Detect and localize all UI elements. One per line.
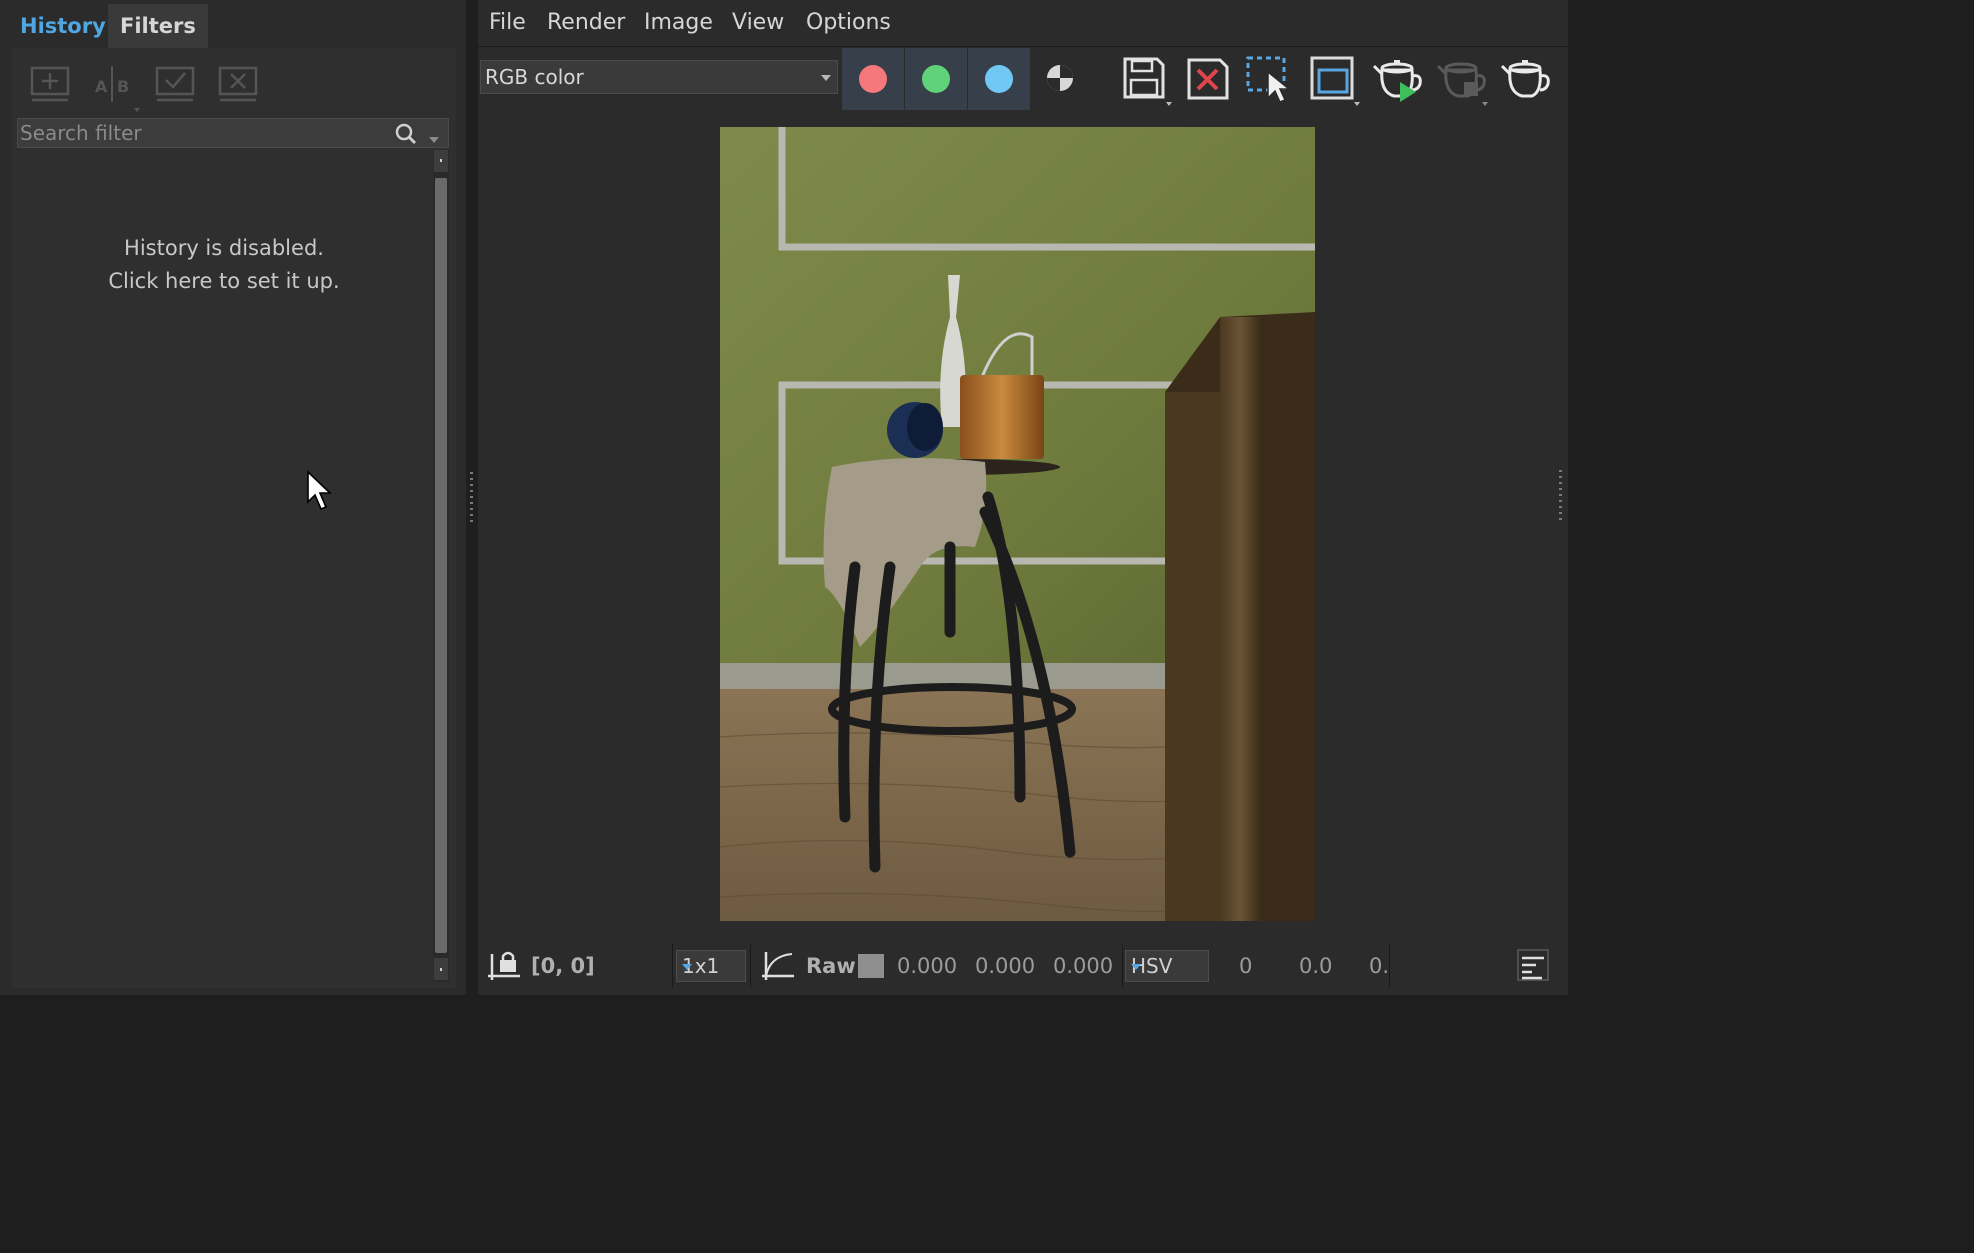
scroll-down-button[interactable] xyxy=(434,958,448,980)
status-divider xyxy=(750,944,751,988)
green-value: 0.000 xyxy=(975,954,1036,978)
region-select-icon[interactable] xyxy=(1242,52,1298,106)
history-scrollbar[interactable] xyxy=(433,150,449,982)
channel-select-value: RGB color xyxy=(485,65,584,89)
menu-file[interactable]: File xyxy=(489,10,526,35)
scroll-thumb[interactable] xyxy=(435,178,447,953)
teapot-icon[interactable] xyxy=(1498,52,1554,106)
menu-bar xyxy=(478,0,1568,47)
chevron-down-icon xyxy=(682,964,692,970)
status-divider xyxy=(672,944,673,988)
search-options-chevron-icon[interactable] xyxy=(428,129,440,148)
pixel-coordinates: [0, 0] xyxy=(531,954,595,978)
menu-render[interactable]: Render xyxy=(547,10,625,35)
chevron-down-icon xyxy=(821,75,831,81)
color-swatch xyxy=(858,954,884,978)
search-filter-box xyxy=(17,118,449,148)
tab-history[interactable]: History xyxy=(8,4,118,48)
history-panel: History Filters A B Search filter Histor… xyxy=(0,0,466,995)
right-splitter-grip-icon[interactable] xyxy=(1557,470,1565,530)
region-icon[interactable] xyxy=(1306,52,1362,106)
svg-text:B: B xyxy=(117,77,129,96)
ab-compare-icon[interactable]: A B xyxy=(90,64,140,112)
svg-text:A: A xyxy=(95,77,108,96)
clear-image-icon[interactable] xyxy=(1180,52,1236,106)
green-channel-button[interactable] xyxy=(905,48,967,110)
sample-size-select[interactable]: 1x1 xyxy=(676,950,746,982)
search-input[interactable] xyxy=(20,119,390,147)
history-disabled-message[interactable]: History is disabled. Click here to set i… xyxy=(12,232,436,298)
status-divider xyxy=(1122,944,1123,988)
blue-channel-button[interactable] xyxy=(968,48,1030,110)
save-icon[interactable] xyxy=(1116,52,1172,106)
add-snapshot-icon[interactable] xyxy=(28,64,72,104)
green-dot-icon xyxy=(922,65,950,93)
render-stop-icon[interactable] xyxy=(1434,52,1490,106)
history-panel-body xyxy=(12,48,456,988)
search-icon[interactable] xyxy=(394,122,418,150)
render-start-icon[interactable] xyxy=(1370,52,1426,106)
channel-select[interactable]: RGB color xyxy=(480,60,838,94)
tab-filters[interactable]: Filters xyxy=(108,4,208,48)
pick-lock-icon[interactable] xyxy=(486,946,522,988)
alpha-channel-icon[interactable] xyxy=(1032,52,1088,106)
history-message-line2: Click here to set it up. xyxy=(108,269,340,293)
menu-view[interactable]: View xyxy=(732,10,784,35)
statistics-icon[interactable] xyxy=(1516,948,1550,988)
history-message-line1: History is disabled. xyxy=(124,236,324,260)
chevron-down-icon xyxy=(1131,964,1141,970)
raw-mode-label: Raw xyxy=(806,954,856,978)
menu-image[interactable]: Image xyxy=(644,10,713,35)
red-dot-icon xyxy=(859,65,887,93)
scroll-up-button[interactable] xyxy=(434,150,448,172)
apply-snapshot-icon[interactable] xyxy=(153,64,197,104)
mouse-cursor-icon xyxy=(306,470,334,516)
blue-dot-icon xyxy=(985,65,1013,93)
value-value: 0. xyxy=(1369,954,1390,978)
saturation-value: 0.0 xyxy=(1299,954,1333,978)
blue-value: 0.000 xyxy=(1053,954,1114,978)
panel-splitter[interactable] xyxy=(466,0,478,995)
color-space-select[interactable]: HSV xyxy=(1125,950,1209,982)
red-value: 0.000 xyxy=(897,954,958,978)
red-channel-button[interactable] xyxy=(842,48,904,110)
status-divider xyxy=(1389,944,1390,988)
hue-value: 0 xyxy=(1239,954,1253,978)
color-picker-angle-icon[interactable] xyxy=(760,946,796,988)
menu-options[interactable]: Options xyxy=(806,10,891,35)
rendered-image[interactable] xyxy=(720,127,1315,921)
delete-snapshot-icon[interactable] xyxy=(216,64,260,104)
